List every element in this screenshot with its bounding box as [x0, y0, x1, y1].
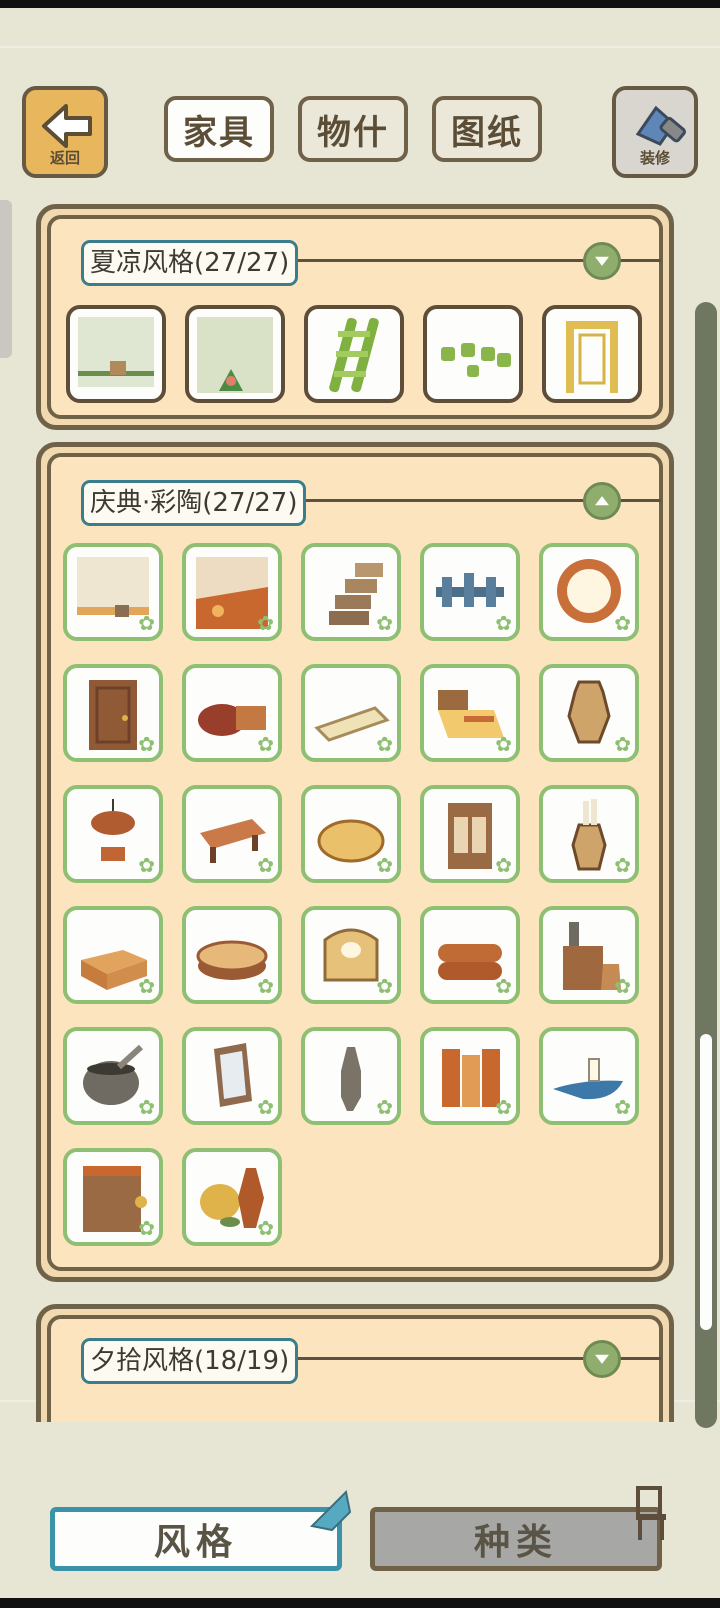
paw-icon: ✿ [257, 732, 274, 756]
paw-icon: ✿ [257, 974, 274, 998]
decorate-button[interactable]: 装修 [612, 86, 698, 178]
item-wood-stump[interactable]: ✿ [182, 906, 282, 1004]
section-title: 夏凉风格(27/27) [81, 240, 299, 286]
item-tall-pitcher[interactable]: ✿ [301, 1027, 401, 1125]
item-floor-mat[interactable]: ✿ [301, 664, 401, 762]
paint-brush-icon [635, 105, 686, 146]
paw-icon: ✿ [257, 1095, 274, 1119]
back-label: 返回 [49, 149, 80, 167]
item-cabinet[interactable]: ✿ [420, 785, 520, 883]
expand-toggle-icon[interactable] [583, 1340, 621, 1378]
item-oil-lamp[interactable]: ✿ [539, 1027, 639, 1125]
tab-items[interactable]: 物什 [298, 96, 408, 162]
tab-blueprints-label: 图纸 [451, 112, 523, 153]
paw-icon: ✿ [376, 1095, 393, 1119]
paw-icon: ✿ [257, 611, 274, 635]
item-pottery-wall[interactable]: ✿ [63, 543, 163, 641]
item-folding-screen[interactable]: ✿ [420, 1027, 520, 1125]
scrollbar-thumb[interactable] [700, 1034, 712, 1330]
section-pottery: 庆典·彩陶(27/27) ✿ ✿ ✿ ✿ ✿ ✿ ✿ ✿ ✿ ✿ ✿ ✿ ✿ ✿… [36, 442, 674, 1282]
decorate-label: 装修 [639, 149, 670, 167]
tab-furniture-label: 家具 [183, 112, 255, 153]
section-nostalgia: 夕拾风格(18/19) [36, 1304, 674, 1422]
paw-icon: ✿ [495, 974, 512, 998]
item-rolled-rugs[interactable]: ✿ [420, 906, 520, 1004]
item-bamboo-stools[interactable] [423, 305, 523, 403]
paw-icon: ✿ [614, 732, 631, 756]
back-button[interactable]: 返回 [22, 86, 108, 178]
item-blue-fence[interactable]: ✿ [420, 543, 520, 641]
item-bamboo-ladder[interactable] [304, 305, 404, 403]
item-mortar[interactable]: ✿ [63, 1027, 163, 1125]
item-pottery-bed[interactable]: ✿ [420, 664, 520, 762]
paw-icon: ✿ [138, 1095, 155, 1119]
style-button[interactable]: 风格 [50, 1507, 342, 1571]
item-kiln[interactable]: ✿ [539, 906, 639, 1004]
item-round-window[interactable]: ✿ [539, 543, 639, 641]
shell-icon [309, 1489, 352, 1532]
paw-icon: ✿ [376, 611, 393, 635]
paw-icon: ✿ [495, 732, 512, 756]
section-title: 庆典·彩陶(27/27) [81, 480, 307, 526]
paw-icon: ✿ [138, 974, 155, 998]
paw-icon: ✿ [376, 853, 393, 877]
status-bar [0, 0, 720, 8]
item-summer-floor[interactable] [185, 305, 285, 403]
item-wood-box[interactable]: ✿ [63, 906, 163, 1004]
paw-icon: ✿ [138, 611, 155, 635]
category-button[interactable]: 种类 [370, 1507, 662, 1571]
paw-icon: ✿ [614, 974, 631, 998]
paw-icon: ✿ [257, 853, 274, 877]
item-summer-wall[interactable] [66, 305, 166, 403]
paw-icon: ✿ [614, 853, 631, 877]
style-list[interactable]: 夏凉风格(27/27) 庆典·彩陶(27/27) ✿ ✿ ✿ ✿ ✿ ✿ ✿ ✿… [0, 200, 690, 1422]
tab-furniture[interactable]: 家具 [164, 96, 274, 162]
category-label: 种类 [473, 1522, 558, 1563]
item-low-table[interactable]: ✿ [182, 785, 282, 883]
style-label: 风格 [153, 1522, 238, 1563]
item-round-cushion[interactable]: ✿ [301, 785, 401, 883]
background-wave [0, 46, 720, 48]
paw-icon: ✿ [495, 1095, 512, 1119]
item-armchair[interactable]: ✿ [301, 906, 401, 1004]
item-pottery-set[interactable]: ✿ [182, 1148, 282, 1246]
paw-icon: ✿ [376, 974, 393, 998]
item-wooden-door[interactable]: ✿ [63, 664, 163, 762]
item-bamboo-gate[interactable] [542, 305, 642, 403]
tab-blueprints[interactable]: 图纸 [432, 96, 542, 162]
item-wooden-stairs[interactable]: ✿ [301, 543, 401, 641]
paw-icon: ✿ [614, 1095, 631, 1119]
paw-icon: ✿ [257, 1216, 274, 1240]
item-standing-mirror[interactable]: ✿ [182, 1027, 282, 1125]
chair-icon [636, 1486, 666, 1540]
collapse-toggle-icon[interactable] [583, 482, 621, 520]
item-hanging-sign[interactable]: ✿ [63, 785, 163, 883]
item-pottery-floor[interactable]: ✿ [182, 543, 282, 641]
item-dresser[interactable]: ✿ [63, 1148, 163, 1246]
paw-icon: ✿ [138, 853, 155, 877]
item-clay-vase[interactable]: ✿ [539, 664, 639, 762]
paw-icon: ✿ [138, 1216, 155, 1240]
expand-toggle-icon[interactable] [583, 242, 621, 280]
paw-icon: ✿ [614, 611, 631, 635]
paw-icon: ✿ [138, 732, 155, 756]
paw-icon: ✿ [495, 611, 512, 635]
paw-icon: ✿ [495, 853, 512, 877]
nav-bar [0, 1598, 720, 1608]
paw-icon: ✿ [376, 732, 393, 756]
section-summer: 夏凉风格(27/27) [36, 204, 674, 430]
item-rolled-cushion[interactable]: ✿ [182, 664, 282, 762]
section-title: 夕拾风格(18/19) [81, 1338, 299, 1384]
tab-items-label: 物什 [317, 112, 389, 153]
item-scroll-vase[interactable]: ✿ [539, 785, 639, 883]
